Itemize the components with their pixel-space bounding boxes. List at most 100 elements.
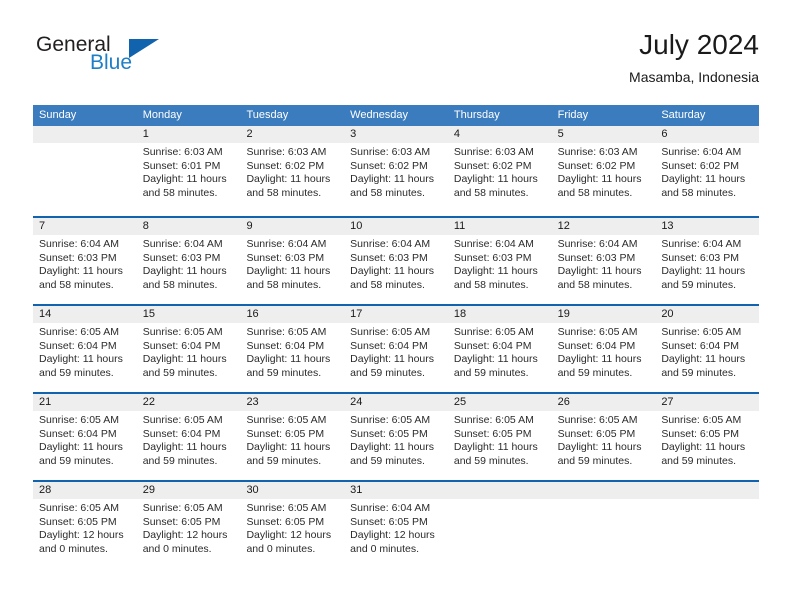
calendar-day-cell[interactable]: 9 Sunrise: 6:04 AM Sunset: 6:03 PM Daylight… — [240, 218, 345, 304]
calendar-day-cell[interactable]: 19 Sunrise: 6:05 AM Sunset: 6:04 PM Dayligh… — [551, 306, 656, 392]
sunset-text: Sunset: 6:04 PM — [246, 339, 325, 352]
daylight-text-line2: and 59 minutes. — [39, 454, 114, 467]
day-number — [655, 482, 760, 499]
calendar-day-cell[interactable]: 22 Sunrise: 6:05 AM Sunset: 6:04 PM Dayligh… — [136, 394, 241, 480]
sunset-text: Sunset: 6:03 PM — [661, 251, 739, 264]
weekday-header-thursday: Thursday — [453, 109, 500, 121]
day-details: Sunrise: 6:05 AM Sunset: 6:04 PM Daylight:… — [137, 411, 241, 468]
daylight-text-line1: Daylight: 11 hours — [661, 265, 746, 277]
sunset-text: Sunset: 6:02 PM — [557, 159, 636, 172]
logo-text-blue: Blue — [90, 51, 133, 74]
day-number: 27 — [655, 394, 760, 411]
calendar-page: General Blue July 2024 Masamba, Indonesi… — [0, 0, 792, 612]
day-details: Sunrise: 6:04 AM Sunset: 6:03 PM Daylight:… — [655, 235, 759, 292]
sunrise-text: Sunrise: 6:05 AM — [39, 326, 119, 338]
day-number: 2 — [240, 126, 345, 143]
calendar-day-cell[interactable]: 6 Sunrise: 6:04 AM Sunset: 6:02 PM Daylight… — [655, 126, 760, 216]
calendar-day-cell[interactable]: 15 Sunrise: 6:05 AM Sunset: 6:04 PM Dayligh… — [136, 306, 241, 392]
daylight-text-line1: Daylight: 11 hours — [142, 173, 227, 185]
calendar-day-cell[interactable]: 1 Sunrise: 6:03 AM Sunset: 6:01 PM Daylight… — [136, 126, 241, 216]
calendar-day-cell[interactable]: 24 Sunrise: 6:05 AM Sunset: 6:05 PM Dayligh… — [344, 394, 448, 480]
day-details: Sunrise: 6:04 AM Sunset: 6:03 PM Daylight:… — [240, 235, 344, 292]
day-number — [551, 482, 656, 499]
calendar-day-cell[interactable]: 29 Sunrise: 6:05 AM Sunset: 6:05 PM Dayligh… — [136, 482, 241, 568]
calendar-day-cell[interactable]: 11 Sunrise: 6:04 AM Sunset: 6:03 PM Dayligh… — [447, 218, 552, 304]
page-subtitle: Masamba, Indonesia — [629, 69, 759, 85]
day-number: 14 — [33, 306, 137, 323]
calendar-day-cell[interactable]: 2 Sunrise: 6:03 AM Sunset: 6:02 PM Daylight… — [240, 126, 345, 216]
daylight-text-line2: and 59 minutes. — [246, 366, 322, 379]
sunset-text: Sunset: 6:01 PM — [142, 159, 221, 172]
daylight-text-line2: and 0 minutes. — [350, 542, 420, 555]
calendar-day-cell[interactable]: 7 Sunrise: 6:04 AM Sunset: 6:03 PM Daylight… — [33, 218, 137, 304]
sunrise-text: Sunrise: 6:05 AM — [246, 502, 327, 514]
calendar-day-cell[interactable]: 3 Sunrise: 6:03 AM Sunset: 6:02 PM Daylight… — [344, 126, 448, 216]
day-details: Sunrise: 6:04 AM Sunset: 6:03 PM Daylight:… — [137, 235, 241, 292]
daylight-text-line2: and 0 minutes. — [142, 542, 212, 555]
day-number: 3 — [344, 126, 448, 143]
day-number: 6 — [655, 126, 760, 143]
calendar-day-cell[interactable]: 27 Sunrise: 6:05 AM Sunset: 6:05 PM Dayligh… — [655, 394, 760, 480]
calendar-day-cell[interactable]: 21 Sunrise: 6:05 AM Sunset: 6:04 PM Dayligh… — [33, 394, 137, 480]
sunrise-text: Sunrise: 6:03 AM — [557, 146, 638, 158]
day-details: Sunrise: 6:04 AM Sunset: 6:03 PM Daylight:… — [448, 235, 552, 292]
day-number: 25 — [447, 394, 552, 411]
calendar-day-cell[interactable]: 31 Sunrise: 6:04 AM Sunset: 6:05 PM Dayligh… — [344, 482, 448, 568]
daylight-text-line2: and 58 minutes. — [142, 278, 218, 291]
daylight-text-line2: and 59 minutes. — [142, 366, 218, 379]
day-number: 13 — [655, 218, 760, 235]
calendar-day-cell[interactable]: 16 Sunrise: 6:05 AM Sunset: 6:04 PM Dayligh… — [240, 306, 345, 392]
day-number: 11 — [447, 218, 552, 235]
calendar-day-cell[interactable]: 5 Sunrise: 6:03 AM Sunset: 6:02 PM Daylight… — [551, 126, 656, 216]
daylight-text-line1: Daylight: 12 hours — [142, 529, 228, 541]
sunrise-text: Sunrise: 6:03 AM — [142, 146, 223, 158]
calendar-day-cell[interactable]: 17 Sunrise: 6:05 AM Sunset: 6:04 PM Dayligh… — [344, 306, 448, 392]
day-number: 18 — [447, 306, 552, 323]
calendar-day-cell[interactable]: 30 Sunrise: 6:05 AM Sunset: 6:05 PM Dayligh… — [240, 482, 345, 568]
day-number: 20 — [655, 306, 760, 323]
sunset-text: Sunset: 6:04 PM — [142, 339, 221, 352]
calendar-day-cell[interactable]: 18 Sunrise: 6:05 AM Sunset: 6:04 PM Dayligh… — [447, 306, 552, 392]
calendar-day-cell[interactable]: 10 Sunrise: 6:04 AM Sunset: 6:03 PM Dayligh… — [344, 218, 448, 304]
calendar-day-cell[interactable]: 14 Sunrise: 6:05 AM Sunset: 6:04 PM Dayligh… — [33, 306, 137, 392]
weekday-header-friday: Friday — [557, 109, 589, 121]
calendar-day-cell[interactable]: 12 Sunrise: 6:04 AM Sunset: 6:03 PM Dayligh… — [551, 218, 656, 304]
daylight-text-line1: Daylight: 11 hours — [557, 265, 642, 277]
daylight-text-line2: and 58 minutes. — [350, 186, 425, 199]
sunrise-text: Sunrise: 6:04 AM — [350, 502, 431, 514]
sunset-text: Sunset: 6:04 PM — [453, 339, 532, 352]
calendar-day-cell[interactable]: 23 Sunrise: 6:05 AM Sunset: 6:05 PM Dayligh… — [240, 394, 345, 480]
daylight-text-line2: and 0 minutes. — [39, 542, 108, 555]
calendar-week-row: 14 Sunrise: 6:05 AM Sunset: 6:04 PM Dayligh… — [33, 304, 760, 392]
calendar-day-cell[interactable]: 25 Sunrise: 6:05 AM Sunset: 6:05 PM Dayligh… — [447, 394, 552, 480]
calendar-day-cell[interactable]: 4 Sunrise: 6:03 AM Sunset: 6:02 PM Daylight… — [447, 126, 552, 216]
daylight-text-line1: Daylight: 12 hours — [246, 529, 332, 541]
general-blue-logo[interactable]: General Blue — [33, 32, 233, 88]
day-details: Sunrise: 6:05 AM Sunset: 6:05 PM Daylight:… — [344, 411, 448, 468]
calendar-day-cell[interactable]: 8 Sunrise: 6:04 AM Sunset: 6:03 PM Daylight… — [136, 218, 241, 304]
calendar-day-cell[interactable]: 28 Sunrise: 6:05 AM Sunset: 6:05 PM Dayligh… — [33, 482, 137, 568]
daylight-text-line2: and 59 minutes. — [661, 366, 737, 379]
sunset-text: Sunset: 6:03 PM — [39, 251, 117, 264]
daylight-text-line2: and 58 minutes. — [246, 186, 322, 199]
daylight-text-line2: and 59 minutes. — [350, 454, 425, 467]
day-number: 9 — [240, 218, 345, 235]
sunrise-text: Sunrise: 6:05 AM — [661, 414, 742, 426]
day-details: Sunrise: 6:05 AM Sunset: 6:04 PM Daylight:… — [448, 323, 552, 380]
weekday-header-row: Sunday Monday Tuesday Wednesday Thursday… — [33, 105, 759, 126]
daylight-text-line2: and 59 minutes. — [246, 454, 322, 467]
calendar-day-cell[interactable]: 13 Sunrise: 6:04 AM Sunset: 6:03 PM Dayligh… — [655, 218, 760, 304]
sunrise-text: Sunrise: 6:04 AM — [350, 238, 431, 250]
calendar-day-cell[interactable]: 26 Sunrise: 6:05 AM Sunset: 6:05 PM Dayligh… — [551, 394, 656, 480]
daylight-text-line2: and 58 minutes. — [453, 278, 529, 291]
sunset-text: Sunset: 6:04 PM — [557, 339, 636, 352]
day-details: Sunrise: 6:05 AM Sunset: 6:05 PM Daylight:… — [448, 411, 552, 468]
sunset-text: Sunset: 6:02 PM — [453, 159, 532, 172]
daylight-text-line1: Daylight: 11 hours — [142, 353, 227, 365]
day-number: 22 — [136, 394, 241, 411]
day-details: Sunrise: 6:04 AM Sunset: 6:05 PM Daylight:… — [344, 499, 448, 556]
sunset-text: Sunset: 6:05 PM — [557, 427, 636, 440]
calendar-day-cell[interactable]: 20 Sunrise: 6:05 AM Sunset: 6:04 PM Dayligh… — [655, 306, 760, 392]
day-number — [447, 482, 552, 499]
day-details: Sunrise: 6:03 AM Sunset: 6:02 PM Daylight:… — [448, 143, 552, 200]
